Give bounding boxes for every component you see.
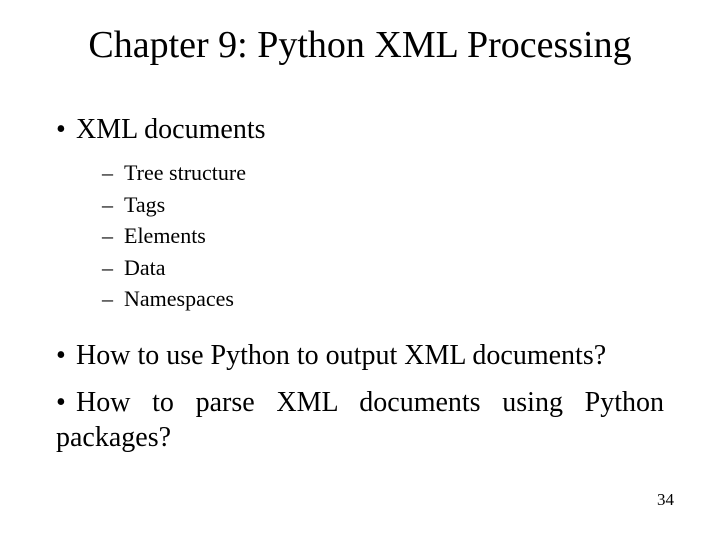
sub-bullet-tags: –Tags bbox=[102, 191, 664, 220]
bullet-dot-icon: • bbox=[56, 385, 76, 420]
bullet-parse-xml: •How to parse XML documents using Python… bbox=[56, 385, 664, 455]
page-number: 34 bbox=[657, 490, 674, 510]
slide-title: Chapter 9: Python XML Processing bbox=[0, 24, 720, 68]
dash-icon: – bbox=[102, 191, 124, 220]
sub-bullet-tree-structure: –Tree structure bbox=[102, 159, 664, 188]
sub-bullet-text: Data bbox=[124, 255, 166, 280]
dash-icon: – bbox=[102, 254, 124, 283]
bullet-text: XML documents bbox=[76, 114, 266, 145]
dash-icon: – bbox=[102, 222, 124, 251]
sub-bullet-text: Elements bbox=[124, 223, 206, 248]
sub-bullet-text: Namespaces bbox=[124, 286, 234, 311]
bullet-text: How to use Python to output XML document… bbox=[76, 340, 606, 371]
dash-icon: – bbox=[102, 285, 124, 314]
slide: Chapter 9: Python XML Processing •XML do… bbox=[0, 0, 720, 540]
sub-bullet-data: –Data bbox=[102, 254, 664, 283]
sub-bullet-namespaces: –Namespaces bbox=[102, 285, 664, 314]
bottom-bullet-group: •How to use Python to output XML documen… bbox=[56, 338, 664, 455]
slide-body: •XML documents –Tree structure –Tags –El… bbox=[56, 112, 664, 467]
bullet-xml-documents: •XML documents bbox=[56, 112, 664, 147]
bullet-dot-icon: • bbox=[56, 338, 76, 373]
dash-icon: – bbox=[102, 159, 124, 188]
sub-bullet-elements: –Elements bbox=[102, 222, 664, 251]
sub-bullet-group: –Tree structure –Tags –Elements –Data –N… bbox=[102, 159, 664, 314]
sub-bullet-text: Tags bbox=[124, 192, 165, 217]
bullet-text: How to parse XML documents using Python … bbox=[56, 387, 664, 453]
sub-bullet-text: Tree structure bbox=[124, 160, 246, 185]
bullet-output-xml: •How to use Python to output XML documen… bbox=[56, 338, 664, 373]
bullet-dot-icon: • bbox=[56, 112, 76, 147]
